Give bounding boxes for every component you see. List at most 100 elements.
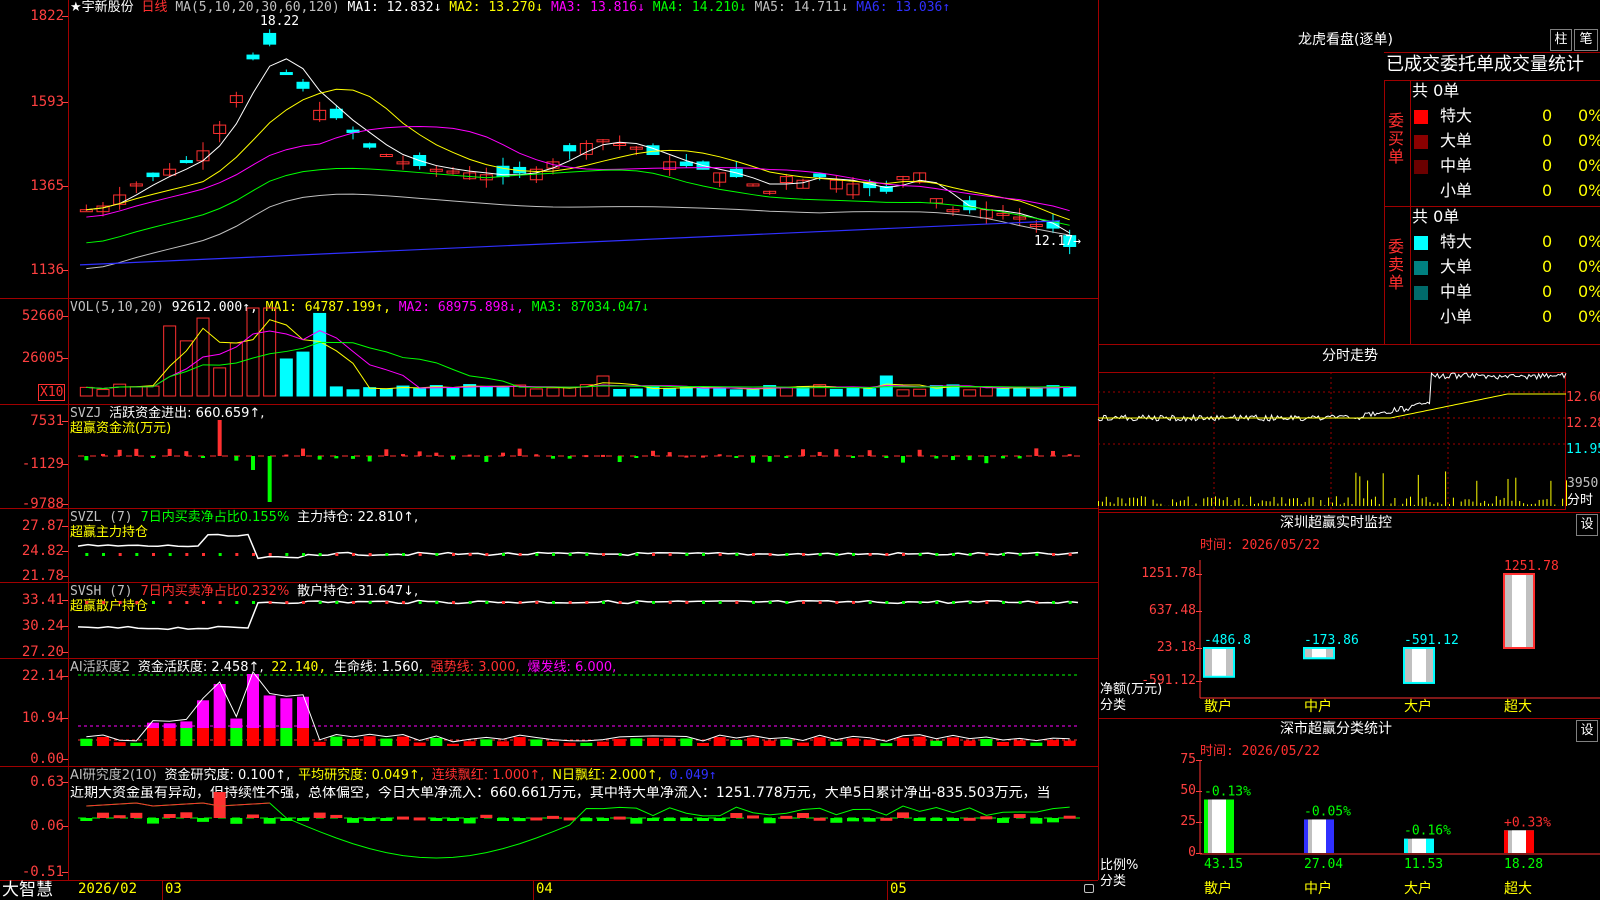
cl-yaxis-tick-1: 50 — [1180, 783, 1196, 798]
retail-holding-line-dot — [885, 601, 889, 604]
realtime-y-label: 净额(万元) — [1100, 682, 1163, 697]
intraday-vol — [1261, 500, 1263, 506]
volume-chart[interactable] — [70, 298, 1098, 404]
main-holding-chart[interactable] — [70, 508, 1098, 582]
vol-yaxis-tickmark-1 — [62, 358, 68, 359]
vol-yaxis-tickmark-0 — [62, 316, 68, 317]
main-holding-line-dot — [785, 553, 789, 556]
research-bar — [313, 812, 326, 818]
intraday-vol — [1417, 474, 1419, 506]
cl-bar-shine-2 — [1412, 838, 1426, 853]
buy-row-swatch-3 — [1414, 185, 1428, 199]
svzj-yaxis-tick-2: -9788 — [21, 496, 64, 512]
intraday-vol — [1394, 497, 1396, 506]
cl-change-label-0: -0.13% — [1204, 784, 1251, 799]
volume-bar — [913, 388, 927, 397]
volume-bar — [246, 307, 260, 397]
rt-bar-2 — [1403, 647, 1435, 684]
ai-research-chart[interactable] — [70, 766, 1098, 880]
intraday-vol — [1554, 504, 1556, 506]
classify-bar-chart[interactable]: -0.13% 43.15 -0.05% 27.04 -0.16% 11.53 +0.33% 1… — [1199, 760, 1600, 900]
lock-icon[interactable] — [1084, 884, 1094, 893]
volume-bar — [496, 387, 510, 397]
main-holding-line-dot — [385, 553, 389, 556]
research-bar — [197, 818, 209, 822]
fund-flow-bar — [517, 448, 522, 456]
realtime-settings-button[interactable]: 设 — [1576, 514, 1598, 536]
main-yaxis-tick-3: 1136 — [30, 262, 64, 278]
bar-mode-button[interactable]: 柱 — [1550, 29, 1572, 51]
research-bar — [263, 818, 276, 824]
research-bar — [297, 818, 309, 821]
research-bar — [613, 816, 626, 820]
research-bar — [480, 814, 493, 818]
candlestick-chart[interactable] — [70, 0, 1098, 298]
active-bar — [447, 743, 459, 746]
retail-holding-line-dot — [502, 601, 505, 604]
sell-row-count-0: 0 — [1542, 232, 1553, 251]
intraday-vol — [1363, 498, 1365, 506]
active-bar — [247, 728, 259, 746]
active-bar — [163, 728, 176, 746]
main-holding-line-dot — [885, 553, 889, 556]
retail-holding-line-dot — [735, 601, 739, 604]
retail-holding-line-dot — [368, 601, 372, 604]
buy-row-swatch-1 — [1414, 135, 1428, 149]
buy-row-name-3: 小单 — [1440, 181, 1473, 200]
intraday-vol — [1460, 501, 1462, 506]
ai-active-chart[interactable] — [70, 658, 1098, 766]
active-bar — [680, 738, 693, 746]
sell-row-pct-1: 0% — [1578, 257, 1600, 276]
research-bar — [430, 818, 443, 821]
buy-row-pct-3: 0% — [1578, 181, 1600, 200]
cl-category-3: 超大 — [1504, 881, 1532, 897]
research-bar — [880, 817, 893, 821]
research-bar — [1030, 818, 1043, 824]
volume-bar — [613, 388, 627, 397]
intraday-vol — [1527, 504, 1528, 506]
retail-holding-line-dot — [152, 601, 155, 604]
dragon-left-border — [1384, 80, 1385, 344]
active-bar — [663, 738, 676, 746]
main-holding-line-dot — [435, 553, 439, 556]
dragon-title: 龙虎看盘(逐单) — [1298, 32, 1393, 48]
intraday-vol — [1476, 480, 1478, 506]
intraday-vol — [1183, 500, 1185, 506]
cl-yaxis-tick-2: 25 — [1180, 814, 1196, 829]
research-bar — [863, 818, 876, 822]
fund-flow-chart[interactable] — [70, 404, 1098, 508]
retail-holding-line-dot — [918, 601, 922, 604]
main-holding-line-dot — [302, 553, 305, 556]
fund-flow-bar — [901, 456, 905, 463]
fund-flow-bar — [934, 456, 939, 459]
date-label-0: 2026/02 — [78, 881, 138, 897]
rt-value-label-2: -591.12 — [1404, 633, 1459, 648]
retail-holding-line-dot — [568, 601, 572, 604]
main-holding-line-dot — [85, 553, 89, 556]
intraday-vol — [1137, 498, 1138, 506]
intraday-vol — [1371, 499, 1372, 506]
buy-row-count-3: 0 — [1542, 181, 1553, 200]
active-bar — [497, 741, 509, 746]
classify-settings-button[interactable]: 设 — [1576, 720, 1598, 742]
main-holding-line-dot — [368, 553, 372, 556]
fund-flow-bar — [1067, 454, 1072, 457]
retail-holding-line-dot — [952, 601, 955, 604]
ma2-line — [86, 88, 1070, 221]
retail-holding-line-dot — [835, 601, 839, 604]
intraday-vol — [1269, 501, 1271, 506]
retail-holding-chart[interactable] — [70, 582, 1098, 658]
main-holding-line-dot — [918, 553, 922, 556]
sell-row-swatch-3 — [1414, 311, 1428, 325]
intraday-chart[interactable] — [1097, 372, 1567, 510]
realtime-bar-chart[interactable]: -486.8 -173.86 -591.12 1251.78 — [1199, 559, 1600, 710]
main-holding-line-dot — [285, 553, 289, 556]
main-holding-line-dot — [202, 553, 205, 556]
volume-bar — [1029, 388, 1043, 397]
volume-bar — [446, 387, 460, 397]
active-bar — [1030, 742, 1043, 746]
research-bar — [997, 818, 1009, 823]
main-holding-line-dot — [1068, 553, 1072, 556]
tick-mode-button[interactable]: 笔 — [1574, 29, 1598, 51]
intraday-price-line — [1097, 372, 1567, 423]
